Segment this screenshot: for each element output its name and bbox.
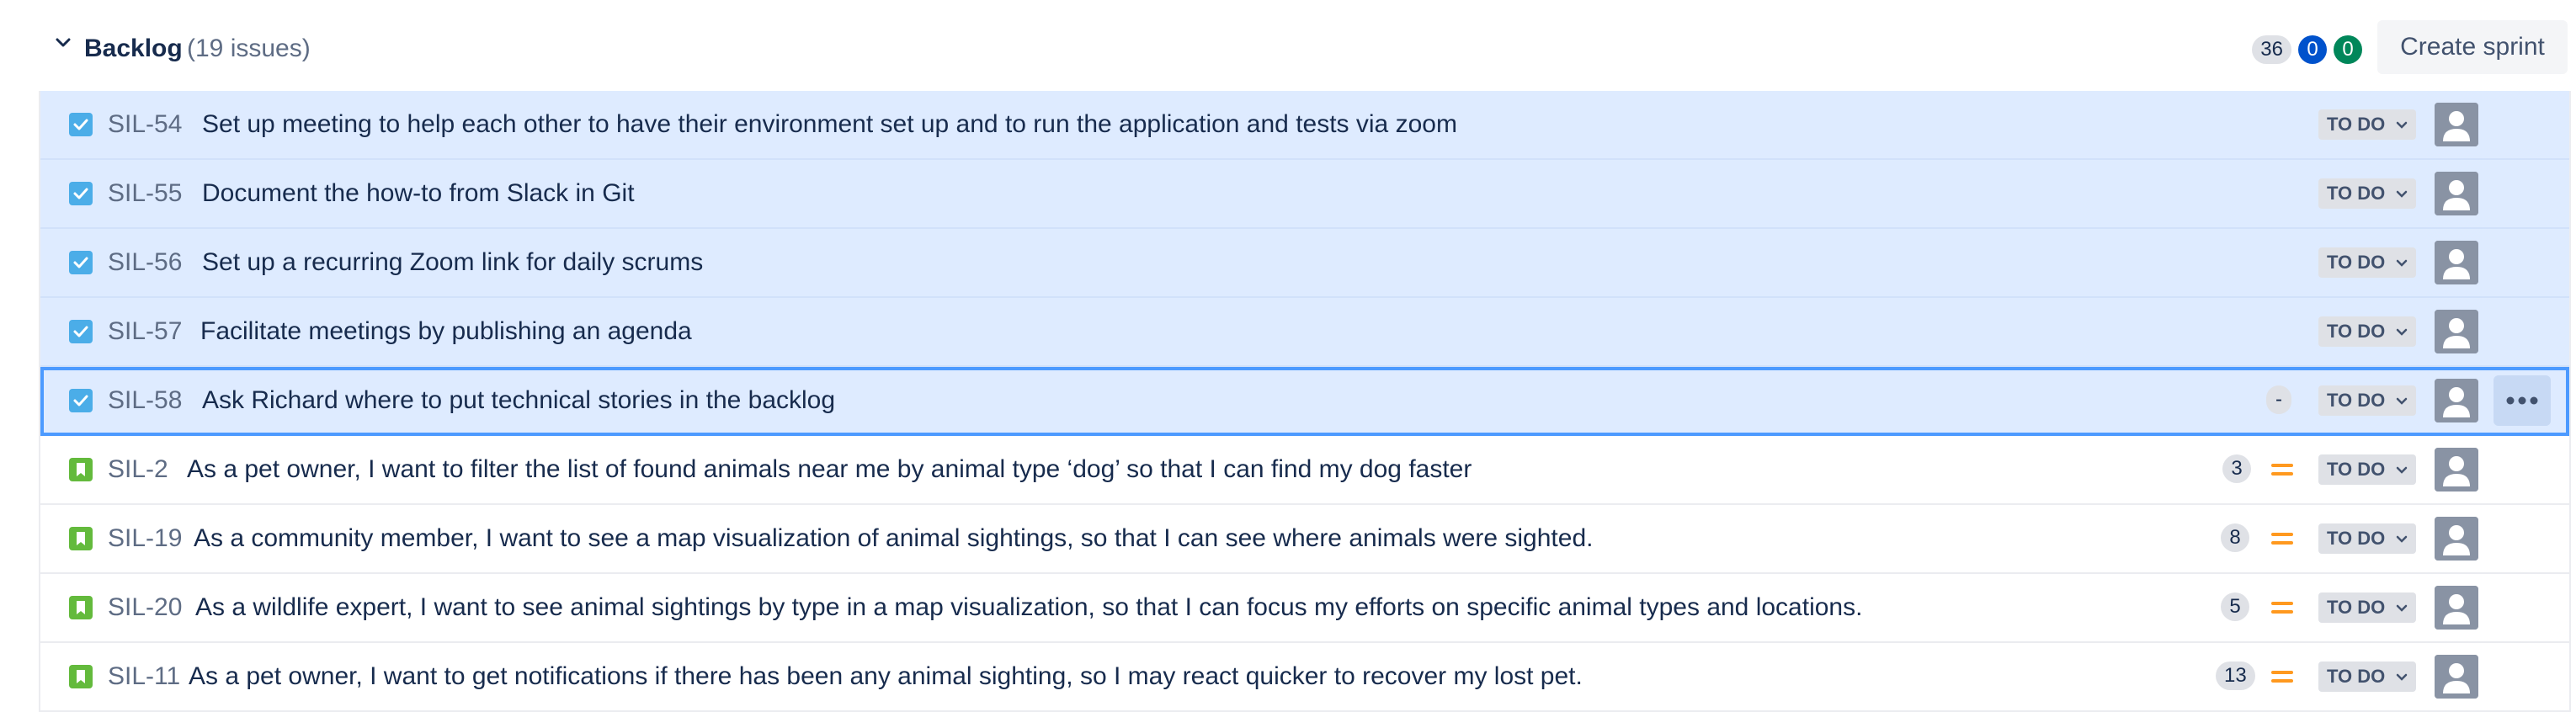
chevron-down-icon (2396, 466, 2408, 474)
issue-key[interactable]: SIL-57 (108, 316, 182, 347)
default-avatar-icon[interactable] (2435, 172, 2478, 215)
status-label: TO DO (2327, 114, 2386, 135)
checkbox-task-icon (69, 182, 93, 205)
status-dropdown[interactable]: TO DO (2318, 316, 2416, 347)
issue-summary: Facilitate meetings by publishing an age… (200, 317, 692, 345)
story-points-badge: - (2266, 385, 2291, 414)
default-avatar-icon[interactable] (2435, 379, 2478, 422)
status-dropdown[interactable]: TO DO (2318, 178, 2416, 209)
default-avatar-icon[interactable] (2435, 310, 2478, 353)
issue-row[interactable]: SIL-57 Facilitate meetings by publishing … (40, 298, 2569, 367)
issue-key[interactable]: SIL-58 (108, 385, 182, 416)
status-dropdown[interactable]: TO DO (2318, 109, 2416, 140)
default-avatar-icon[interactable] (2435, 448, 2478, 491)
chevron-down-icon[interactable] (54, 34, 72, 52)
issue-summary: As a pet owner, I want to filter the lis… (187, 455, 1472, 483)
issue-summary: Ask Richard where to put technical stori… (202, 386, 836, 414)
issue-row[interactable]: SIL-2 As a pet owner, I want to filter th… (40, 436, 2569, 505)
issue-row[interactable]: SIL-54 Set up meeting to help each other … (40, 91, 2569, 160)
story-point-badges: 36 0 0 (2252, 35, 2362, 64)
story-points-badge: 5 (2221, 592, 2249, 621)
issue-summary: As a wildlife expert, I want to see anim… (195, 593, 1863, 621)
checkbox-task-icon (69, 113, 93, 136)
status-label: TO DO (2327, 321, 2386, 342)
issue-row[interactable]: SIL-11 As a pet owner, I want to get noti… (40, 643, 2569, 712)
bookmark-story-icon (69, 596, 93, 619)
done-points-badge: 0 (2334, 35, 2362, 64)
priority-medium-icon (2271, 464, 2293, 476)
status-label: TO DO (2327, 390, 2386, 411)
chevron-down-icon (2396, 604, 2408, 612)
issue-row[interactable]: SIL-56 Set up a recurring Zoom link for d… (40, 229, 2569, 298)
status-dropdown[interactable]: TO DO (2318, 454, 2416, 485)
status-label: TO DO (2327, 183, 2386, 204)
checkbox-task-icon (69, 251, 93, 274)
chevron-down-icon (2396, 190, 2408, 198)
priority-medium-icon (2271, 602, 2293, 614)
backlog-header: Backlog (19 issues) 36 0 0 Create sprint (39, 0, 2571, 91)
create-sprint-button[interactable]: Create sprint (2377, 20, 2568, 74)
status-dropdown[interactable]: TO DO (2318, 523, 2416, 554)
backlog-title: Backlog (84, 35, 183, 62)
backlog-issue-count: (19 issues) (187, 35, 311, 62)
issue-row[interactable]: SIL-58 Ask Richard where to put technical… (40, 367, 2569, 436)
in-progress-points-badge: 0 (2298, 35, 2327, 64)
bookmark-story-icon (69, 458, 93, 481)
status-dropdown[interactable]: TO DO (2318, 247, 2416, 278)
status-dropdown[interactable]: TO DO (2318, 662, 2416, 692)
priority-medium-icon (2271, 671, 2293, 683)
issue-key[interactable]: SIL-11 (108, 662, 180, 692)
issue-summary: As a community member, I want to see a m… (194, 524, 1594, 552)
default-avatar-icon[interactable] (2435, 103, 2478, 146)
default-avatar-icon[interactable] (2435, 517, 2478, 561)
status-label: TO DO (2327, 459, 2386, 480)
bookmark-story-icon (69, 527, 93, 550)
story-points-badge: 8 (2221, 523, 2249, 552)
issue-key[interactable]: SIL-55 (108, 178, 182, 209)
priority-medium-icon (2271, 533, 2293, 545)
story-points-badge: 13 (2216, 662, 2255, 690)
issue-key[interactable]: SIL-2 (108, 454, 168, 485)
status-label: TO DO (2327, 666, 2386, 687)
chevron-down-icon (2396, 397, 2408, 405)
status-label: TO DO (2327, 528, 2386, 549)
bookmark-story-icon (69, 665, 93, 688)
issue-row[interactable]: SIL-55 Document the how-to from Slack in … (40, 160, 2569, 229)
chevron-down-icon (2396, 121, 2408, 129)
issue-summary: Set up meeting to help each other to hav… (202, 110, 1457, 138)
status-label: TO DO (2327, 252, 2386, 273)
default-avatar-icon[interactable] (2435, 655, 2478, 699)
todo-points-badge: 36 (2252, 35, 2291, 64)
chevron-down-icon (2396, 328, 2408, 336)
story-points-badge: 3 (2222, 454, 2251, 483)
issue-key[interactable]: SIL-19 (108, 523, 182, 554)
status-dropdown[interactable]: TO DO (2318, 385, 2416, 416)
issue-row[interactable]: SIL-19 As a community member, I want to s… (40, 505, 2569, 574)
status-dropdown[interactable]: TO DO (2318, 592, 2416, 623)
default-avatar-icon[interactable] (2435, 241, 2478, 284)
issue-summary: Set up a recurring Zoom link for daily s… (202, 248, 704, 276)
issue-key[interactable]: SIL-56 (108, 247, 182, 278)
status-label: TO DO (2327, 597, 2386, 618)
checkbox-task-icon (69, 389, 93, 412)
issue-key[interactable]: SIL-54 (108, 109, 182, 140)
chevron-down-icon (2396, 535, 2408, 543)
checkbox-task-icon (69, 320, 93, 343)
default-avatar-icon[interactable] (2435, 586, 2478, 630)
issue-row[interactable]: SIL-20 As a wildlife expert, I want to se… (40, 574, 2569, 643)
chevron-down-icon (2396, 673, 2408, 681)
issue-list: SIL-54 Set up meeting to help each other … (39, 91, 2571, 712)
issue-summary: As a pet owner, I want to get notificati… (189, 662, 1583, 690)
issue-summary: Document the how-to from Slack in Git (202, 179, 635, 207)
chevron-down-icon (2396, 259, 2408, 267)
more-actions-icon[interactable] (2494, 375, 2551, 426)
issue-key[interactable]: SIL-20 (108, 592, 182, 623)
backlog-section: Backlog (19 issues) 36 0 0 Create sprint… (39, 0, 2571, 712)
